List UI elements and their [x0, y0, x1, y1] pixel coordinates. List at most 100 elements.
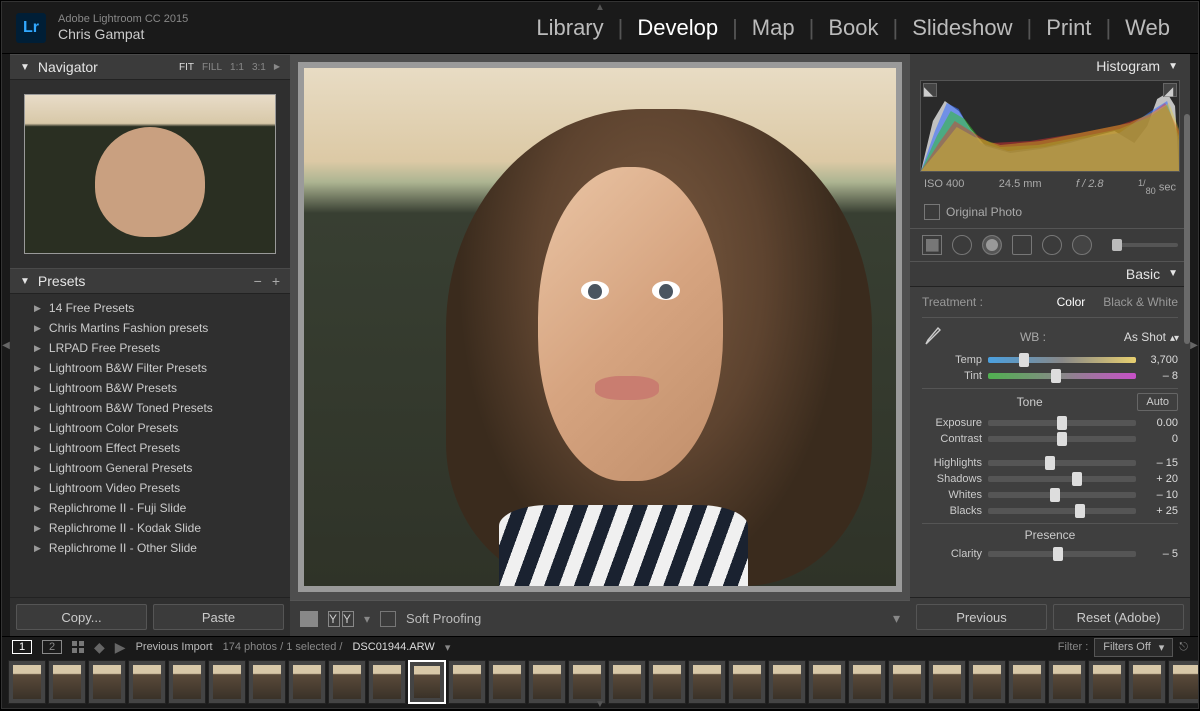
slider-value[interactable]: + 20	[1142, 473, 1178, 485]
basic-panel-header[interactable]: Basic ▼	[910, 262, 1190, 287]
filmstrip-thumb[interactable]	[728, 660, 766, 704]
preset-folder[interactable]: ▶Replichrome II - Kodak Slide	[10, 518, 290, 538]
treatment-color[interactable]: Color	[1057, 295, 1086, 309]
filename-dropdown-icon[interactable]: ▾	[445, 641, 451, 654]
filmstrip-thumb[interactable]	[848, 660, 886, 704]
filmstrip-thumb[interactable]	[888, 660, 926, 704]
filmstrip-thumb[interactable]	[808, 660, 846, 704]
filmstrip-thumb[interactable]	[88, 660, 126, 704]
filmstrip-thumb[interactable]	[168, 660, 206, 704]
highlights-slider[interactable]	[988, 460, 1136, 466]
contrast-slider[interactable]	[988, 436, 1136, 442]
minus-icon[interactable]: −	[254, 273, 262, 289]
collection-name[interactable]: Previous Import	[136, 641, 213, 653]
treatment-bw[interactable]: Black & White	[1103, 295, 1178, 309]
nav-forward-icon[interactable]: ▶	[115, 639, 126, 656]
module-library[interactable]: Library	[522, 15, 617, 41]
navigator-zoom-options[interactable]: FIT FILL 1:1 3:1 ▶	[179, 62, 280, 73]
filmstrip-thumb[interactable]	[528, 660, 566, 704]
filmstrip-thumb[interactable]	[208, 660, 246, 704]
highlight-clip-icon[interactable]: ◢	[1163, 83, 1177, 97]
collapse-bottom-tri[interactable]: ▼	[595, 699, 605, 710]
filter-lock-icon[interactable]: ⎋	[1179, 641, 1188, 654]
blacks-slider[interactable]	[988, 508, 1136, 514]
clarity-slider[interactable]	[988, 551, 1136, 557]
module-web[interactable]: Web	[1111, 15, 1184, 41]
auto-tone-button[interactable]: Auto	[1137, 393, 1178, 411]
module-map[interactable]: Map	[738, 15, 809, 41]
tint-value[interactable]: – 8	[1142, 370, 1178, 382]
soft-proofing-checkbox[interactable]	[380, 611, 396, 627]
preset-folder[interactable]: ▶Lightroom Color Presets	[10, 418, 290, 438]
filmstrip-thumb[interactable]	[1048, 660, 1086, 704]
filmstrip-thumb[interactable]	[248, 660, 286, 704]
copy-settings-button[interactable]: Copy...	[16, 604, 147, 630]
main-window-icon[interactable]: 1	[12, 640, 32, 654]
preset-folder[interactable]: ▶Lightroom B&W Filter Presets	[10, 358, 290, 378]
preset-folder[interactable]: ▶Replichrome II - Fuji Slide	[10, 498, 290, 518]
reset-button[interactable]: Reset (Adobe)	[1053, 604, 1184, 630]
filmstrip-thumb[interactable]	[568, 660, 606, 704]
compare-view-icon[interactable]: Y Y	[328, 611, 354, 627]
shadow-clip-icon[interactable]: ◣	[923, 83, 937, 97]
presets-header[interactable]: ▼ Presets − +	[10, 268, 290, 294]
histogram-display[interactable]: ◣ ◢	[920, 80, 1180, 172]
white-balance-picker-icon[interactable]	[922, 326, 942, 348]
filmstrip-thumb[interactable]	[128, 660, 166, 704]
histogram-header[interactable]: Histogram ▼	[910, 54, 1190, 78]
slider-value[interactable]: 0	[1142, 433, 1178, 445]
slider-value[interactable]: – 10	[1142, 489, 1178, 501]
filmstrip-thumb[interactable]	[768, 660, 806, 704]
preset-folder[interactable]: ▶Lightroom B&W Presets	[10, 378, 290, 398]
crop-tool-icon[interactable]	[922, 235, 942, 255]
module-slideshow[interactable]: Slideshow	[898, 15, 1026, 41]
filmstrip-thumb[interactable]	[288, 660, 326, 704]
paste-settings-button[interactable]: Paste	[153, 604, 284, 630]
grid-view-icon[interactable]	[72, 641, 84, 653]
filter-dropdown[interactable]: Filters Off▾	[1094, 638, 1173, 657]
shadows-slider[interactable]	[988, 476, 1136, 482]
filmstrip-thumb[interactable]	[368, 660, 406, 704]
slider-value[interactable]: + 25	[1142, 505, 1178, 517]
temp-slider[interactable]	[988, 357, 1136, 363]
module-print[interactable]: Print	[1032, 15, 1105, 41]
slider-value[interactable]: – 15	[1142, 457, 1178, 469]
filmstrip-thumb[interactable]	[1168, 660, 1198, 704]
filmstrip-thumb[interactable]	[968, 660, 1006, 704]
filmstrip-thumb[interactable]	[1008, 660, 1046, 704]
mask-overlay-slider[interactable]	[1112, 243, 1178, 247]
navigator-header[interactable]: ▼ Navigator FIT FILL 1:1 3:1 ▶	[10, 54, 290, 80]
toolbar-menu-icon[interactable]: ▾	[893, 610, 900, 627]
right-panel-collapse[interactable]: ▶	[1190, 54, 1198, 636]
preset-folder[interactable]: ▶14 Free Presets	[10, 298, 290, 318]
radial-filter-icon[interactable]	[1042, 235, 1062, 255]
filmstrip-thumb[interactable]	[608, 660, 646, 704]
exposure-slider[interactable]	[988, 420, 1136, 426]
filmstrip-thumb[interactable]	[408, 660, 446, 704]
nav-back-icon[interactable]: ◆	[94, 639, 105, 656]
whites-slider[interactable]	[988, 492, 1136, 498]
filmstrip-thumb[interactable]	[1128, 660, 1166, 704]
identity-plate[interactable]: Chris Gampat	[58, 26, 188, 43]
preset-folder[interactable]: ▶Chris Martins Fashion presets	[10, 318, 290, 338]
filmstrip-thumb[interactable]	[488, 660, 526, 704]
filmstrip-thumb[interactable]	[48, 660, 86, 704]
preset-folder[interactable]: ▶Lightroom General Presets	[10, 458, 290, 478]
redeye-tool-icon[interactable]	[982, 235, 1002, 255]
preset-folder[interactable]: ▶Lightroom B&W Toned Presets	[10, 398, 290, 418]
original-photo-checkbox[interactable]	[924, 204, 940, 220]
previous-button[interactable]: Previous	[916, 604, 1047, 630]
filmstrip-thumb[interactable]	[928, 660, 966, 704]
loupe-view-icon[interactable]	[300, 611, 318, 627]
filmstrip-thumb[interactable]	[688, 660, 726, 704]
filmstrip-thumb[interactable]	[328, 660, 366, 704]
filmstrip-thumb[interactable]	[8, 660, 46, 704]
preset-folder[interactable]: ▶Lightroom Effect Presets	[10, 438, 290, 458]
tint-slider[interactable]	[988, 373, 1136, 379]
filmstrip-thumb[interactable]	[1088, 660, 1126, 704]
right-panel-scrollbar[interactable]	[1184, 114, 1190, 344]
filmstrip-thumb[interactable]	[648, 660, 686, 704]
compare-dropdown-icon[interactable]: ▾	[364, 612, 370, 626]
preset-folder[interactable]: ▶Lightroom Video Presets	[10, 478, 290, 498]
spot-tool-icon[interactable]	[952, 235, 972, 255]
